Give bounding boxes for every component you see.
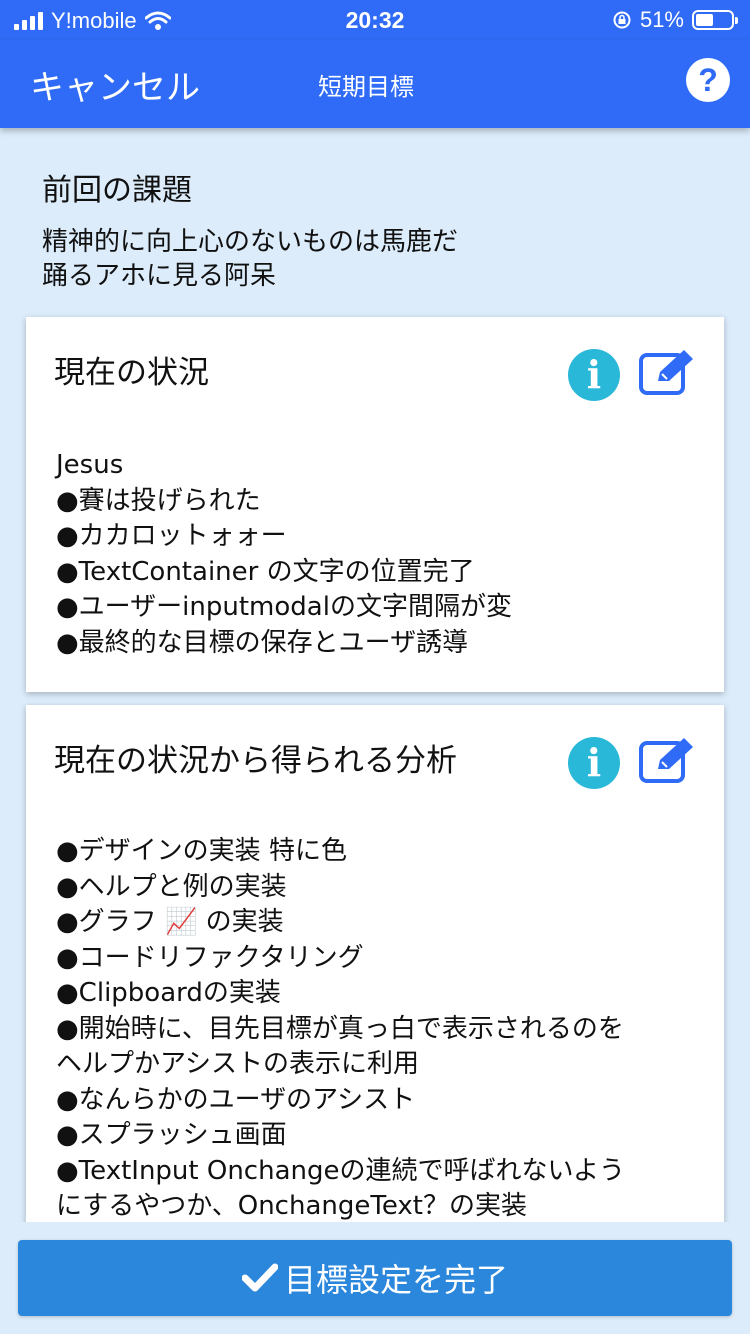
previous-issue-title: 前回の課題: [42, 173, 192, 208]
battery-percent: 51%: [639, 7, 684, 32]
card-title: 現在の状況から得られる分析: [54, 743, 457, 779]
help-icon[interactable]: ?: [686, 58, 730, 102]
info-icon[interactable]: i: [568, 349, 620, 401]
complete-goal-button[interactable]: 目標設定を完了: [18, 1240, 732, 1316]
analysis-text: ●デザインの実装 特に色 ●ヘルプと例の実装 ●グラフ 📈 の実装 ●コードリフ…: [56, 836, 625, 1221]
current-situation-card: 現在の状況 i Jesus ●賽は投げられた ●カカロットォォー ●TextCo…: [26, 317, 724, 692]
card-title: 現在の状況: [54, 355, 209, 391]
current-situation-text: Jesus ●賽は投げられた ●カカロットォォー ●TextContainer …: [56, 450, 512, 658]
cancel-button[interactable]: キャンセル: [30, 60, 200, 109]
previous-issue-text: 精神的に向上心のないものは馬鹿だ 踊るアホに見る阿呆: [42, 227, 459, 291]
nav-bar: キャンセル 短期目標 ?: [0, 40, 750, 128]
page-title: 短期目標: [318, 73, 414, 101]
status-bar: Y!mobile 20:32 51%: [0, 0, 750, 40]
info-icon[interactable]: i: [568, 737, 620, 789]
battery-icon: [692, 10, 738, 30]
edit-icon[interactable]: [638, 735, 700, 785]
analysis-card: 現在の状況から得られる分析 i ●デザインの実装 特に色 ●ヘルプと例の実装 ●…: [26, 705, 724, 1225]
complete-goal-label: 目標設定を完了: [283, 1261, 508, 1299]
lock-rotation-icon: [613, 11, 631, 29]
edit-icon[interactable]: [638, 347, 700, 397]
check-icon: [241, 1263, 278, 1292]
